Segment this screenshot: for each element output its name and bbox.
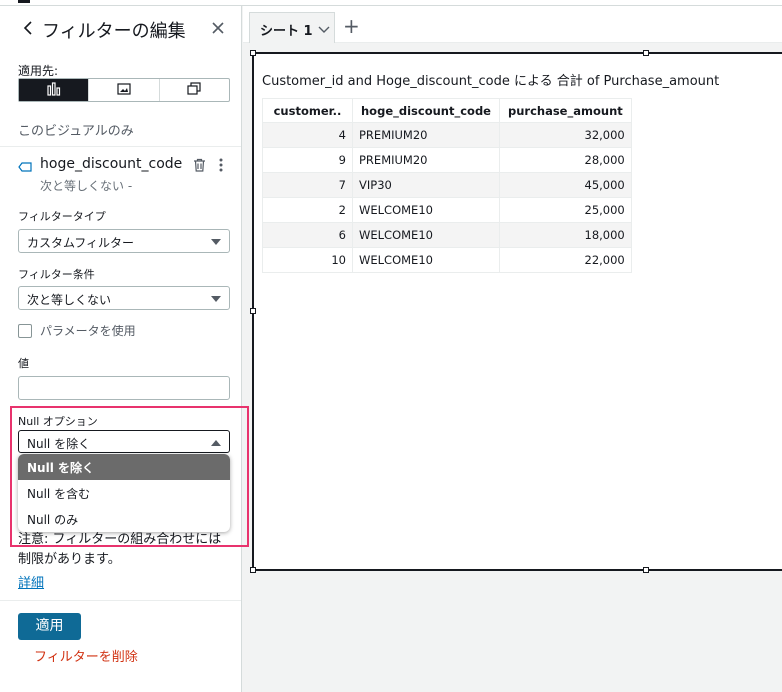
table-cell: 4 xyxy=(262,122,353,148)
sheet-tab-bar: シート 1 + xyxy=(243,6,782,43)
column-header[interactable]: customer.. xyxy=(262,98,353,123)
filter-field-summary: 次と等しくない - xyxy=(40,179,133,193)
copy-icon xyxy=(187,82,201,98)
scope-text: このビジュアルのみ xyxy=(18,124,134,139)
filter-condition-label: フィルター条件 xyxy=(18,268,95,281)
apply-to-sheet-option[interactable] xyxy=(88,79,158,101)
resize-handle[interactable] xyxy=(643,50,649,56)
table-header-row: customer.. hoge_discount_code purchase_a… xyxy=(262,98,632,123)
table-cell: 25,000 xyxy=(498,197,632,223)
filter-field-name: hoge_discount_code xyxy=(40,156,183,172)
trash-icon[interactable] xyxy=(193,158,206,175)
apply-to-all-sheets-option[interactable] xyxy=(158,79,229,101)
apply-button[interactable]: 適用 xyxy=(18,613,81,640)
table-cell: WELCOME10 xyxy=(352,222,500,248)
table-cell: 32,000 xyxy=(498,122,632,148)
value-label: 値 xyxy=(18,357,29,370)
tag-icon xyxy=(18,161,32,175)
null-option-include[interactable]: Null を含む xyxy=(18,480,230,506)
resize-handle[interactable] xyxy=(643,567,649,573)
resize-handle[interactable] xyxy=(250,308,256,314)
column-header[interactable]: hoge_discount_code xyxy=(352,98,500,123)
divider xyxy=(0,600,241,601)
apply-to-label: 適用先: xyxy=(18,64,59,78)
table-row: 9 PREMIUM20 28,000 xyxy=(262,147,632,173)
tab-sheet-1[interactable]: シート 1 xyxy=(249,12,335,43)
table-row: 10 WELCOME10 22,000 xyxy=(262,247,632,273)
image-icon xyxy=(117,82,131,98)
null-option-only[interactable]: Null のみ xyxy=(18,506,230,532)
table-cell: WELCOME10 xyxy=(352,197,500,223)
apply-to-segmented-control xyxy=(18,78,230,102)
table-cell: 22,000 xyxy=(498,247,632,273)
app-logo-mark xyxy=(18,0,30,3)
delete-filter-link[interactable]: フィルターを削除 xyxy=(34,646,138,665)
panel-title: フィルターの編集 xyxy=(42,21,186,42)
visual-title: Customer_id and Hoge_discount_code による 合… xyxy=(262,74,720,89)
chevron-down-icon[interactable] xyxy=(318,23,330,38)
table-visual[interactable]: Customer_id and Hoge_discount_code による 合… xyxy=(250,50,782,573)
table-row: 2 WELCOME10 25,000 xyxy=(262,197,632,223)
filter-condition-select[interactable]: 次と等しくない xyxy=(18,286,230,310)
filter-edit-panel: フィルターの編集 適用先: このビジュアルのみ hoge_discount_co… xyxy=(0,6,249,692)
table-cell: 18,000 xyxy=(498,222,632,248)
bar-chart-icon xyxy=(46,81,62,99)
plus-icon[interactable]: + xyxy=(343,14,360,38)
apply-to-visual-option[interactable] xyxy=(19,79,89,101)
column-header[interactable]: purchase_amount xyxy=(498,98,632,123)
use-parameter-label: パラメータを使用 xyxy=(40,324,136,338)
null-option-value: Null を除く xyxy=(27,437,91,451)
filter-type-value: カスタムフィルター xyxy=(27,236,135,250)
caret-down-icon xyxy=(211,296,221,302)
divider xyxy=(0,146,241,147)
table-cell: 6 xyxy=(262,222,353,248)
table-cell: 9 xyxy=(262,147,353,173)
use-parameter-checkbox[interactable] xyxy=(18,324,32,338)
sheet-tab-label: シート 1 xyxy=(260,24,313,39)
close-icon[interactable] xyxy=(211,19,225,40)
table-cell: PREMIUM20 xyxy=(352,122,500,148)
data-table: customer.. hoge_discount_code purchase_a… xyxy=(262,98,632,273)
caret-down-icon xyxy=(211,239,221,245)
null-option-label: Null オプション xyxy=(18,415,98,428)
table-cell: 10 xyxy=(262,247,353,273)
null-option-dropdown: Null を除く Null を含む Null のみ xyxy=(18,454,230,532)
resize-handle[interactable] xyxy=(250,567,256,573)
table-cell: 45,000 xyxy=(498,172,632,198)
value-input[interactable] xyxy=(18,376,230,400)
learn-more-link[interactable]: 詳細 xyxy=(18,572,44,591)
null-option-select[interactable]: Null を除く xyxy=(18,430,230,453)
filter-type-select[interactable]: カスタムフィルター xyxy=(18,229,230,253)
more-vertical-icon[interactable] xyxy=(218,157,224,176)
table-row: 7 VIP30 45,000 xyxy=(262,172,632,198)
caret-up-icon xyxy=(211,440,221,446)
table-cell: 2 xyxy=(262,197,353,223)
resize-handle[interactable] xyxy=(250,50,256,56)
filter-type-label: フィルタータイプ xyxy=(18,210,106,223)
table-row: 6 WELCOME10 18,000 xyxy=(262,222,632,248)
table-cell: 28,000 xyxy=(498,147,632,173)
table-cell: VIP30 xyxy=(352,172,500,198)
null-option-exclude[interactable]: Null を除く xyxy=(18,454,230,480)
note-text: 注意: フィルターの組み合わせには制限があります。 xyxy=(18,532,222,567)
filter-condition-value: 次と等しくない xyxy=(27,293,112,307)
table-cell: PREMIUM20 xyxy=(352,147,500,173)
back-chevron-icon[interactable] xyxy=(22,20,34,41)
table-cell: 7 xyxy=(262,172,353,198)
table-row: 4 PREMIUM20 32,000 xyxy=(262,122,632,148)
table-cell: WELCOME10 xyxy=(352,247,500,273)
